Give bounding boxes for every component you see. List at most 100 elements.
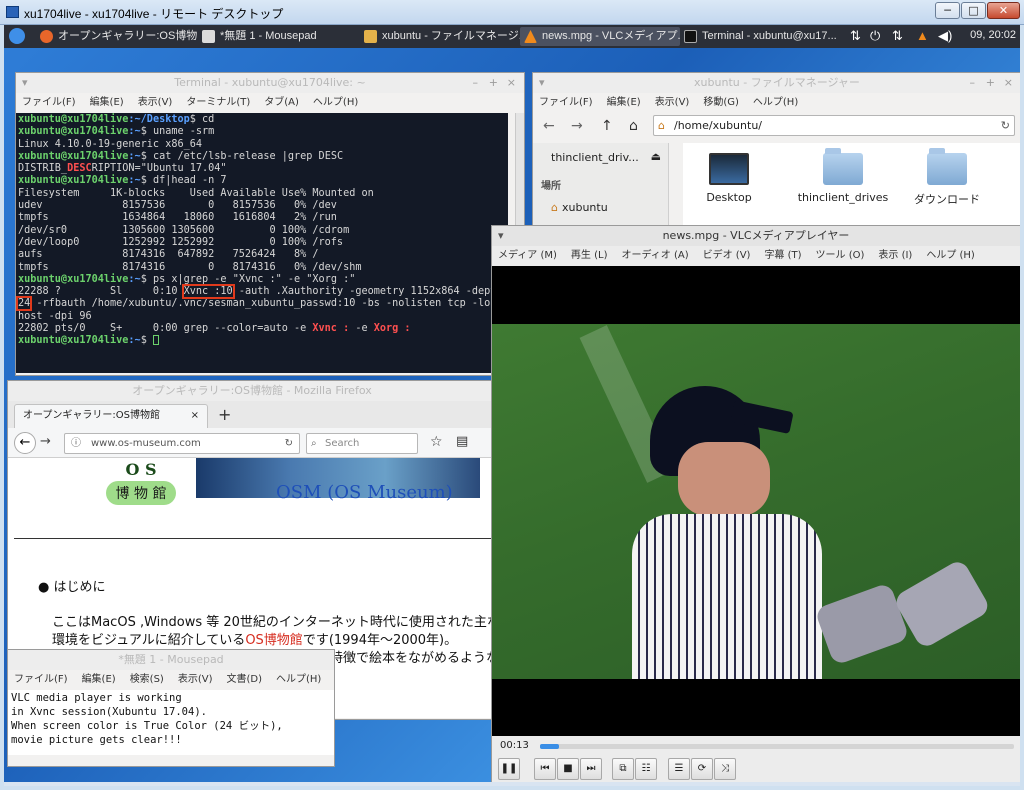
sidebar-item-home[interactable]: ⌂ xubuntu bbox=[551, 201, 608, 214]
vlc-tray-icon[interactable]: ▲ bbox=[916, 28, 929, 43]
pause-button[interactable]: ❚❚ bbox=[498, 758, 520, 780]
search-box[interactable]: ⌕ Search bbox=[306, 433, 418, 454]
seek-bar[interactable] bbox=[540, 744, 1014, 749]
menu-help[interactable]: ヘルプ(H) bbox=[276, 674, 321, 685]
vlc-video-area[interactable] bbox=[492, 266, 1020, 736]
menu-view[interactable]: 表示 (I) bbox=[878, 250, 912, 261]
network-icon[interactable]: ⇅ bbox=[850, 28, 861, 44]
menu-edit[interactable]: 編集(E) bbox=[607, 97, 641, 108]
volume-icon[interactable]: ◀) bbox=[938, 28, 952, 44]
desktop-folder[interactable]: Desktop bbox=[689, 143, 769, 204]
menu-view[interactable]: 表示(V) bbox=[178, 674, 213, 685]
terminal-line: DISTRIB_DESCRIPTION="Ubuntu 17.04" bbox=[18, 163, 227, 175]
menu-search[interactable]: 検索(S) bbox=[130, 674, 164, 685]
menu-file[interactable]: ファイル(F) bbox=[539, 97, 593, 108]
xfce-menu-icon[interactable] bbox=[9, 28, 25, 44]
sidebar-item-thinclient[interactable]: thinclient_driv... ⏏ bbox=[551, 150, 661, 164]
menu-playback[interactable]: 再生 (L) bbox=[571, 250, 608, 261]
taskbar-item-mousepad[interactable]: *無題 1 - Mousepad bbox=[198, 27, 360, 46]
forward-arrow-icon[interactable]: → bbox=[40, 434, 51, 449]
minimize-icon[interactable]: – bbox=[473, 73, 479, 93]
menu-subtitle[interactable]: 字幕 (T) bbox=[764, 250, 801, 261]
rdp-close-button[interactable]: ✕ bbox=[987, 2, 1020, 19]
window-menu-icon[interactable]: ▾ bbox=[539, 73, 545, 93]
menu-terminal[interactable]: ターミナル(T) bbox=[186, 97, 250, 108]
menu-view[interactable]: 表示(V) bbox=[138, 97, 173, 108]
minimize-icon[interactable]: – bbox=[970, 73, 976, 93]
reload-icon[interactable]: ↻ bbox=[285, 434, 293, 453]
downloads-folder[interactable]: ダウンロード bbox=[907, 143, 987, 207]
maximize-icon[interactable]: + bbox=[986, 73, 995, 93]
rdp-maximize-button[interactable]: □ bbox=[961, 2, 986, 19]
firefox-titlebar[interactable]: オープンギャラリー:OS博物館 - Mozilla Firefox bbox=[8, 381, 496, 401]
rdp-minimize-button[interactable]: ─ bbox=[935, 2, 960, 19]
menu-audio[interactable]: オーディオ (A) bbox=[621, 250, 688, 261]
menu-file[interactable]: ファイル(F) bbox=[14, 674, 68, 685]
taskbar-item-vlc[interactable]: news.mpg - VLCメディアプ... bbox=[520, 27, 680, 46]
terminal-line: /dev/loop0 1252992 1252992 0 100% /rofs bbox=[18, 236, 344, 248]
divider bbox=[14, 538, 496, 539]
menu-media[interactable]: メディア (M) bbox=[498, 250, 557, 261]
menu-file[interactable]: ファイル(F) bbox=[22, 97, 76, 108]
back-arrow-icon[interactable]: ← bbox=[14, 432, 36, 454]
stop-button[interactable]: ■ bbox=[557, 758, 579, 780]
file-manager-titlebar[interactable]: ▾ xubuntu - ファイルマネージャー – + × bbox=[533, 73, 1020, 93]
loop-button[interactable]: ⟳ bbox=[691, 758, 713, 780]
window-menu-icon[interactable]: ▾ bbox=[22, 73, 28, 93]
thinclient-drives-folder[interactable]: thinclient_drives bbox=[793, 143, 893, 204]
forward-arrow-icon[interactable]: → bbox=[571, 118, 583, 134]
menu-view[interactable]: 表示(V) bbox=[655, 97, 690, 108]
menu-help[interactable]: ヘルプ(H) bbox=[313, 97, 358, 108]
home-icon[interactable]: ⌂ bbox=[629, 118, 638, 134]
maximize-icon[interactable]: + bbox=[489, 73, 498, 93]
url-bar[interactable]: ⓘ www.os-museum.com ↻ bbox=[64, 433, 300, 454]
location-bar[interactable]: ⌂/home/xubuntu/↻ bbox=[653, 115, 1015, 136]
download-folder-icon bbox=[927, 148, 967, 185]
os-museum-link[interactable]: OS博物館 bbox=[245, 633, 303, 648]
transfer-icon[interactable]: ⇅ bbox=[892, 28, 903, 44]
menu-go[interactable]: 移動(G) bbox=[703, 97, 739, 108]
menu-document[interactable]: 文書(D) bbox=[227, 674, 263, 685]
terminal-titlebar[interactable]: ▾ Terminal - xubuntu@xu1704live: ~ – + × bbox=[16, 73, 524, 93]
menu-edit[interactable]: 編集(E) bbox=[90, 97, 124, 108]
close-icon[interactable]: × bbox=[507, 73, 516, 93]
taskbar-item-terminal[interactable]: Terminal - xubuntu@xu17... bbox=[680, 27, 842, 46]
menu-edit[interactable]: 編集(E) bbox=[82, 674, 116, 685]
reload-icon[interactable]: ↻ bbox=[1001, 116, 1010, 135]
taskbar-item-filemanager[interactable]: xubuntu - ファイルマネージ... bbox=[360, 27, 520, 46]
extended-settings-button[interactable]: ☷ bbox=[635, 758, 657, 780]
eject-icon[interactable]: ⏏ bbox=[651, 150, 661, 163]
menu-help[interactable]: ヘルプ(H) bbox=[753, 97, 798, 108]
close-tab-icon[interactable]: × bbox=[191, 405, 199, 427]
window-menu-icon[interactable]: ▾ bbox=[498, 226, 504, 246]
clock[interactable]: 09, 20:02 bbox=[970, 29, 1016, 41]
terminal-window[interactable]: ▾ Terminal - xubuntu@xu1704live: ~ – + ×… bbox=[15, 72, 525, 376]
menu-tools[interactable]: ツール (O) bbox=[816, 250, 865, 261]
fullscreen-button[interactable]: ⧉ bbox=[612, 758, 634, 780]
menu-video[interactable]: ビデオ (V) bbox=[703, 250, 751, 261]
terminal-output[interactable]: xubuntu@xu1704live:~/Desktop$ cd xubuntu@… bbox=[16, 113, 508, 373]
power-plug-icon[interactable]: ⏻ bbox=[870, 28, 880, 44]
menu-help[interactable]: ヘルプ (H) bbox=[926, 250, 975, 261]
mousepad-text-area[interactable]: VLC media player is working in Xvnc sess… bbox=[8, 690, 334, 755]
vlc-titlebar[interactable]: ▾ news.mpg - VLCメディアプレイヤー bbox=[492, 226, 1020, 246]
mousepad-window[interactable]: *無題 1 - Mousepad ファイル(F) 編集(E) 検索(S) 表示(V) 文… bbox=[7, 649, 335, 767]
up-arrow-icon[interactable]: ↑ bbox=[601, 118, 613, 134]
close-icon[interactable]: × bbox=[1004, 73, 1013, 93]
playlist-button[interactable]: ☰ bbox=[668, 758, 690, 780]
mousepad-titlebar[interactable]: *無題 1 - Mousepad bbox=[8, 650, 334, 670]
taskbar-item-firefox[interactable]: オープンギャラリー:OS博物... bbox=[36, 27, 198, 46]
previous-button[interactable]: ⏮ bbox=[534, 758, 556, 780]
reading-list-icon[interactable]: ▤ bbox=[456, 434, 468, 449]
next-button[interactable]: ⏭ bbox=[580, 758, 602, 780]
vlc-menubar: メディア (M) 再生 (L) オーディオ (A) ビデオ (V) 字幕 (T) ツール … bbox=[492, 246, 1020, 266]
info-icon[interactable]: ⓘ bbox=[71, 434, 81, 453]
vlc-window[interactable]: ▾ news.mpg - VLCメディアプレイヤー メディア (M) 再生 (L)… bbox=[491, 225, 1020, 786]
shuffle-button[interactable]: ⤨ bbox=[714, 758, 736, 780]
new-tab-icon[interactable]: + bbox=[218, 405, 231, 424]
back-arrow-icon[interactable]: ← bbox=[543, 118, 555, 134]
menu-tabs[interactable]: タブ(A) bbox=[264, 97, 299, 108]
home-folder-icon: ⌂ bbox=[658, 119, 665, 132]
bookmark-star-icon[interactable]: ☆ bbox=[430, 434, 443, 450]
tab-os-museum[interactable]: オープンギャラリー:OS博物館 × bbox=[14, 404, 208, 428]
